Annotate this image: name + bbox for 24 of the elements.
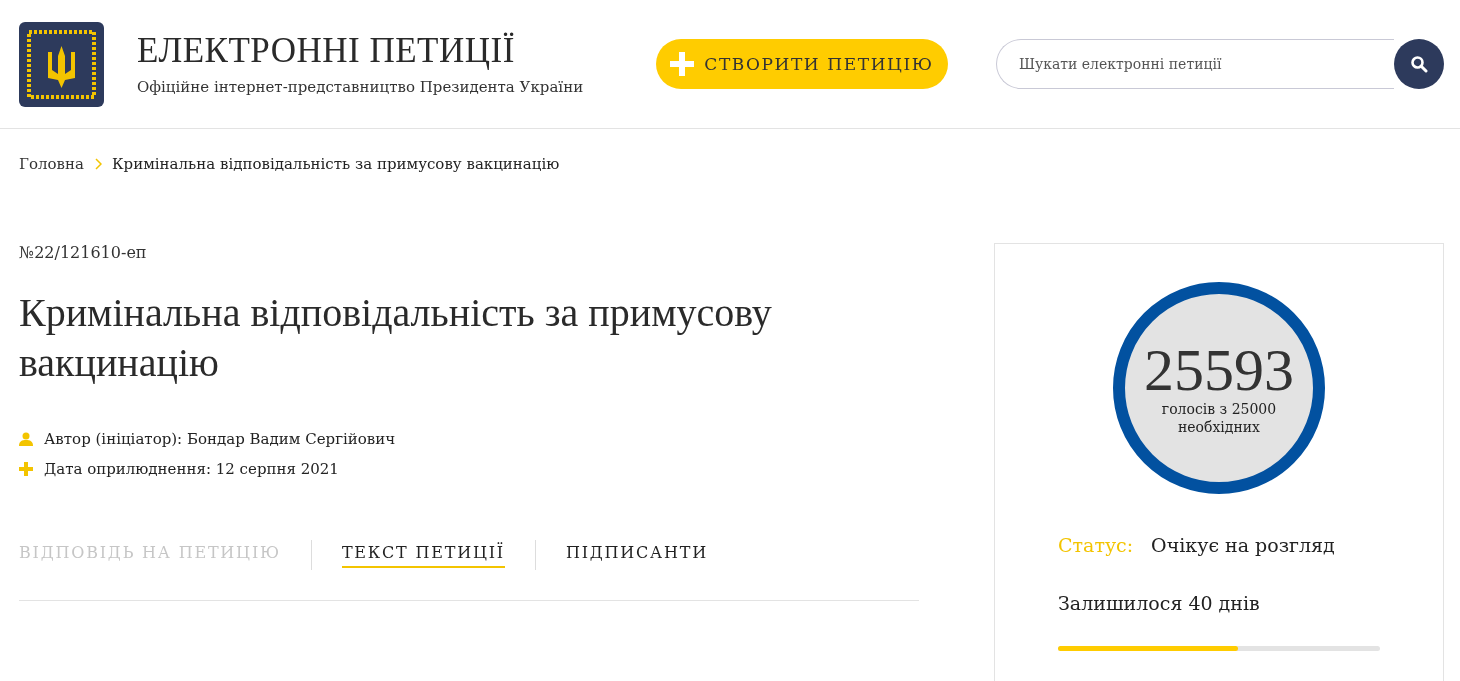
tab[interactable]: ПІДПИСАНТИ	[565, 542, 708, 568]
vote-count: 25593	[1144, 339, 1294, 400]
trident-logo[interactable]	[19, 21, 104, 107]
person-icon	[19, 432, 33, 446]
vote-caption: голосів з 25000 необхідних	[1160, 399, 1278, 437]
breadcrumb-link[interactable]: Головна	[19, 155, 84, 173]
create-petition-button[interactable]: СТВОРИТИ ПЕТИЦІЮ	[656, 39, 948, 89]
meta-text: Автор (ініціатор): Бондар Вадим Сергійович	[44, 430, 396, 448]
site-subtitle: Офіційне інтернет-представництво Президента України	[137, 78, 585, 97]
plus-icon	[19, 462, 33, 476]
site-title[interactable]: ЕЛЕКТРОННІ ПЕТИЦІЇ	[137, 31, 622, 71]
petition-title: Кримінальна відповідальність за примусову вакцинацію	[19, 289, 773, 387]
search-button[interactable]	[1394, 39, 1444, 89]
search-field[interactable]: Шукати електронні петиції	[996, 39, 1394, 89]
status-label: Статус:	[1058, 534, 1134, 556]
chevron-icon	[93, 158, 102, 170]
petition-number: №22/121610-еп	[19, 243, 148, 262]
plus-icon	[670, 52, 695, 76]
status-value: Очікує на розгляд	[1151, 534, 1335, 556]
days-remaining: Залишилося 40 днів	[1058, 592, 1261, 614]
meta-text: Дата оприлюднення: 12 серпня 2021	[44, 460, 339, 478]
search-icon	[1410, 55, 1428, 73]
tab[interactable]: ТЕКСТ ПЕТИЦІЇ	[341, 542, 505, 568]
breadcrumb-link[interactable]: Кримінальна відповідальність за примусову вакцинацію	[111, 155, 560, 173]
